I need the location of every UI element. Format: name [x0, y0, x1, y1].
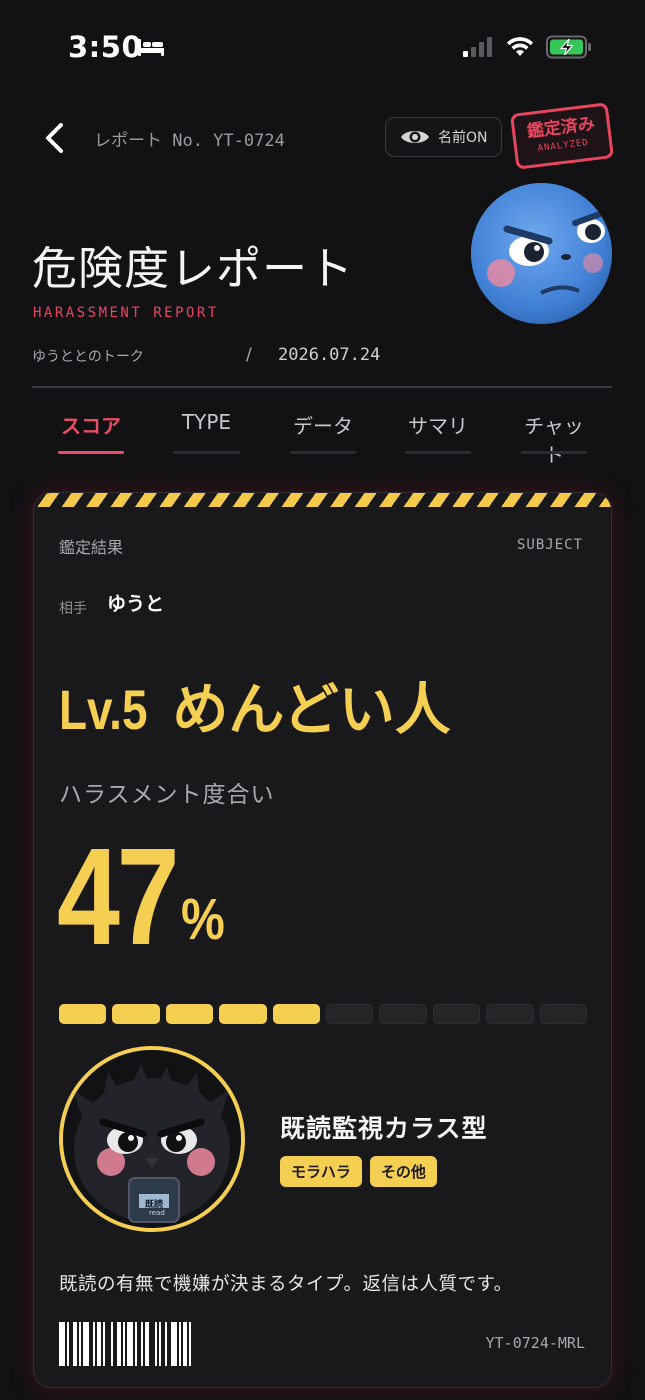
- result-card: 鑑定結果 SUBJECT 相手 ゆうと Lv.5 めんどい人 ハラスメント度合い…: [33, 492, 612, 1388]
- tab-score[interactable]: スコア: [58, 410, 124, 454]
- subject-avatar: [471, 183, 612, 324]
- meter-segment-empty: [432, 1004, 481, 1024]
- opponent-label: 相手: [59, 601, 87, 617]
- barcode-image: [59, 1322, 239, 1366]
- tab-type[interactable]: TYPE: [173, 410, 240, 454]
- meter-segment-empty: [486, 1004, 534, 1024]
- tab-chat[interactable]: チャット: [521, 410, 587, 467]
- hazard-stripe: [34, 493, 611, 507]
- meter-segment-filled: [165, 1004, 214, 1024]
- meta-separator: /: [246, 345, 252, 365]
- score-display: 47 %: [57, 818, 225, 977]
- level-text: めんどい人: [172, 678, 451, 743]
- screen: 3:50 レポート No. YT-0724 名前ON 鑑定済み ANALYZED…: [0, 0, 645, 1400]
- tag-badge: その他: [369, 1156, 437, 1187]
- header-divider: [32, 386, 612, 388]
- status-bar: 3:50: [0, 0, 645, 96]
- bed-icon: [138, 39, 164, 56]
- meter-segment-filled: [59, 1004, 107, 1024]
- meter-segment-empty: [379, 1004, 427, 1024]
- name-toggle-button[interactable]: 名前ON: [385, 117, 502, 157]
- subject-label: SUBJECT: [516, 537, 583, 553]
- section-label: 鑑定結果: [59, 538, 124, 557]
- report-code: YT-0724-MRL: [485, 1334, 585, 1352]
- level-title: Lv.5 めんどい人: [59, 665, 451, 746]
- status-time: 3:50: [68, 30, 143, 64]
- opponent-name: ゆうと: [107, 593, 165, 615]
- level-prefix: Lv.5: [59, 678, 148, 741]
- chevron-left-icon: [46, 123, 63, 153]
- meter-segment-filled: [219, 1004, 267, 1024]
- type-tags: モラハラ その他: [280, 1156, 437, 1187]
- battery-charging-icon: [546, 35, 591, 59]
- blue-monster-avatar-icon: [471, 183, 612, 324]
- back-button[interactable]: [36, 118, 76, 158]
- type-name: 既読監視カラス型: [280, 1114, 488, 1143]
- meter-segment-filled: [112, 1004, 160, 1024]
- tag-badge: モラハラ: [280, 1156, 362, 1187]
- type-description: 既読の有無で機嫌が決まるタイプ。返信は人質です。: [59, 1274, 513, 1295]
- name-toggle-label: 名前ON: [438, 130, 488, 146]
- score-value: 47: [57, 820, 180, 974]
- tab-label: チャット: [524, 414, 584, 467]
- harassment-label: ハラスメント度合い: [59, 782, 275, 808]
- wifi-icon: [507, 37, 533, 56]
- tab-data[interactable]: データ: [290, 410, 356, 454]
- talk-name: ゆうととのトーク: [32, 349, 144, 365]
- eye-icon: [401, 131, 429, 143]
- tab-label: データ: [293, 414, 353, 438]
- meter-segment-empty: [326, 1004, 374, 1024]
- tab-label: TYPE: [181, 410, 232, 434]
- report-date: 2026.07.24: [278, 345, 381, 365]
- page-title: 危険度レポート: [32, 242, 355, 295]
- analyzed-stamp: 鑑定済み ANALYZED: [509, 102, 615, 170]
- tab-label: サマリ: [408, 414, 468, 438]
- score-meter: [59, 1004, 588, 1024]
- meter-segment-empty: [539, 1004, 588, 1024]
- page-subtitle: HARASSMENT REPORT: [33, 305, 219, 321]
- type-avatar: 既読 read: [59, 1046, 245, 1232]
- phone-read-sub: read: [149, 1209, 165, 1217]
- tab-summary[interactable]: サマリ: [405, 410, 471, 454]
- meter-segment-filled: [272, 1004, 321, 1024]
- report-number: レポート No. YT-0724: [94, 131, 285, 151]
- tab-label: スコア: [61, 414, 121, 438]
- signal-icon: [463, 37, 492, 57]
- score-unit: %: [181, 887, 225, 952]
